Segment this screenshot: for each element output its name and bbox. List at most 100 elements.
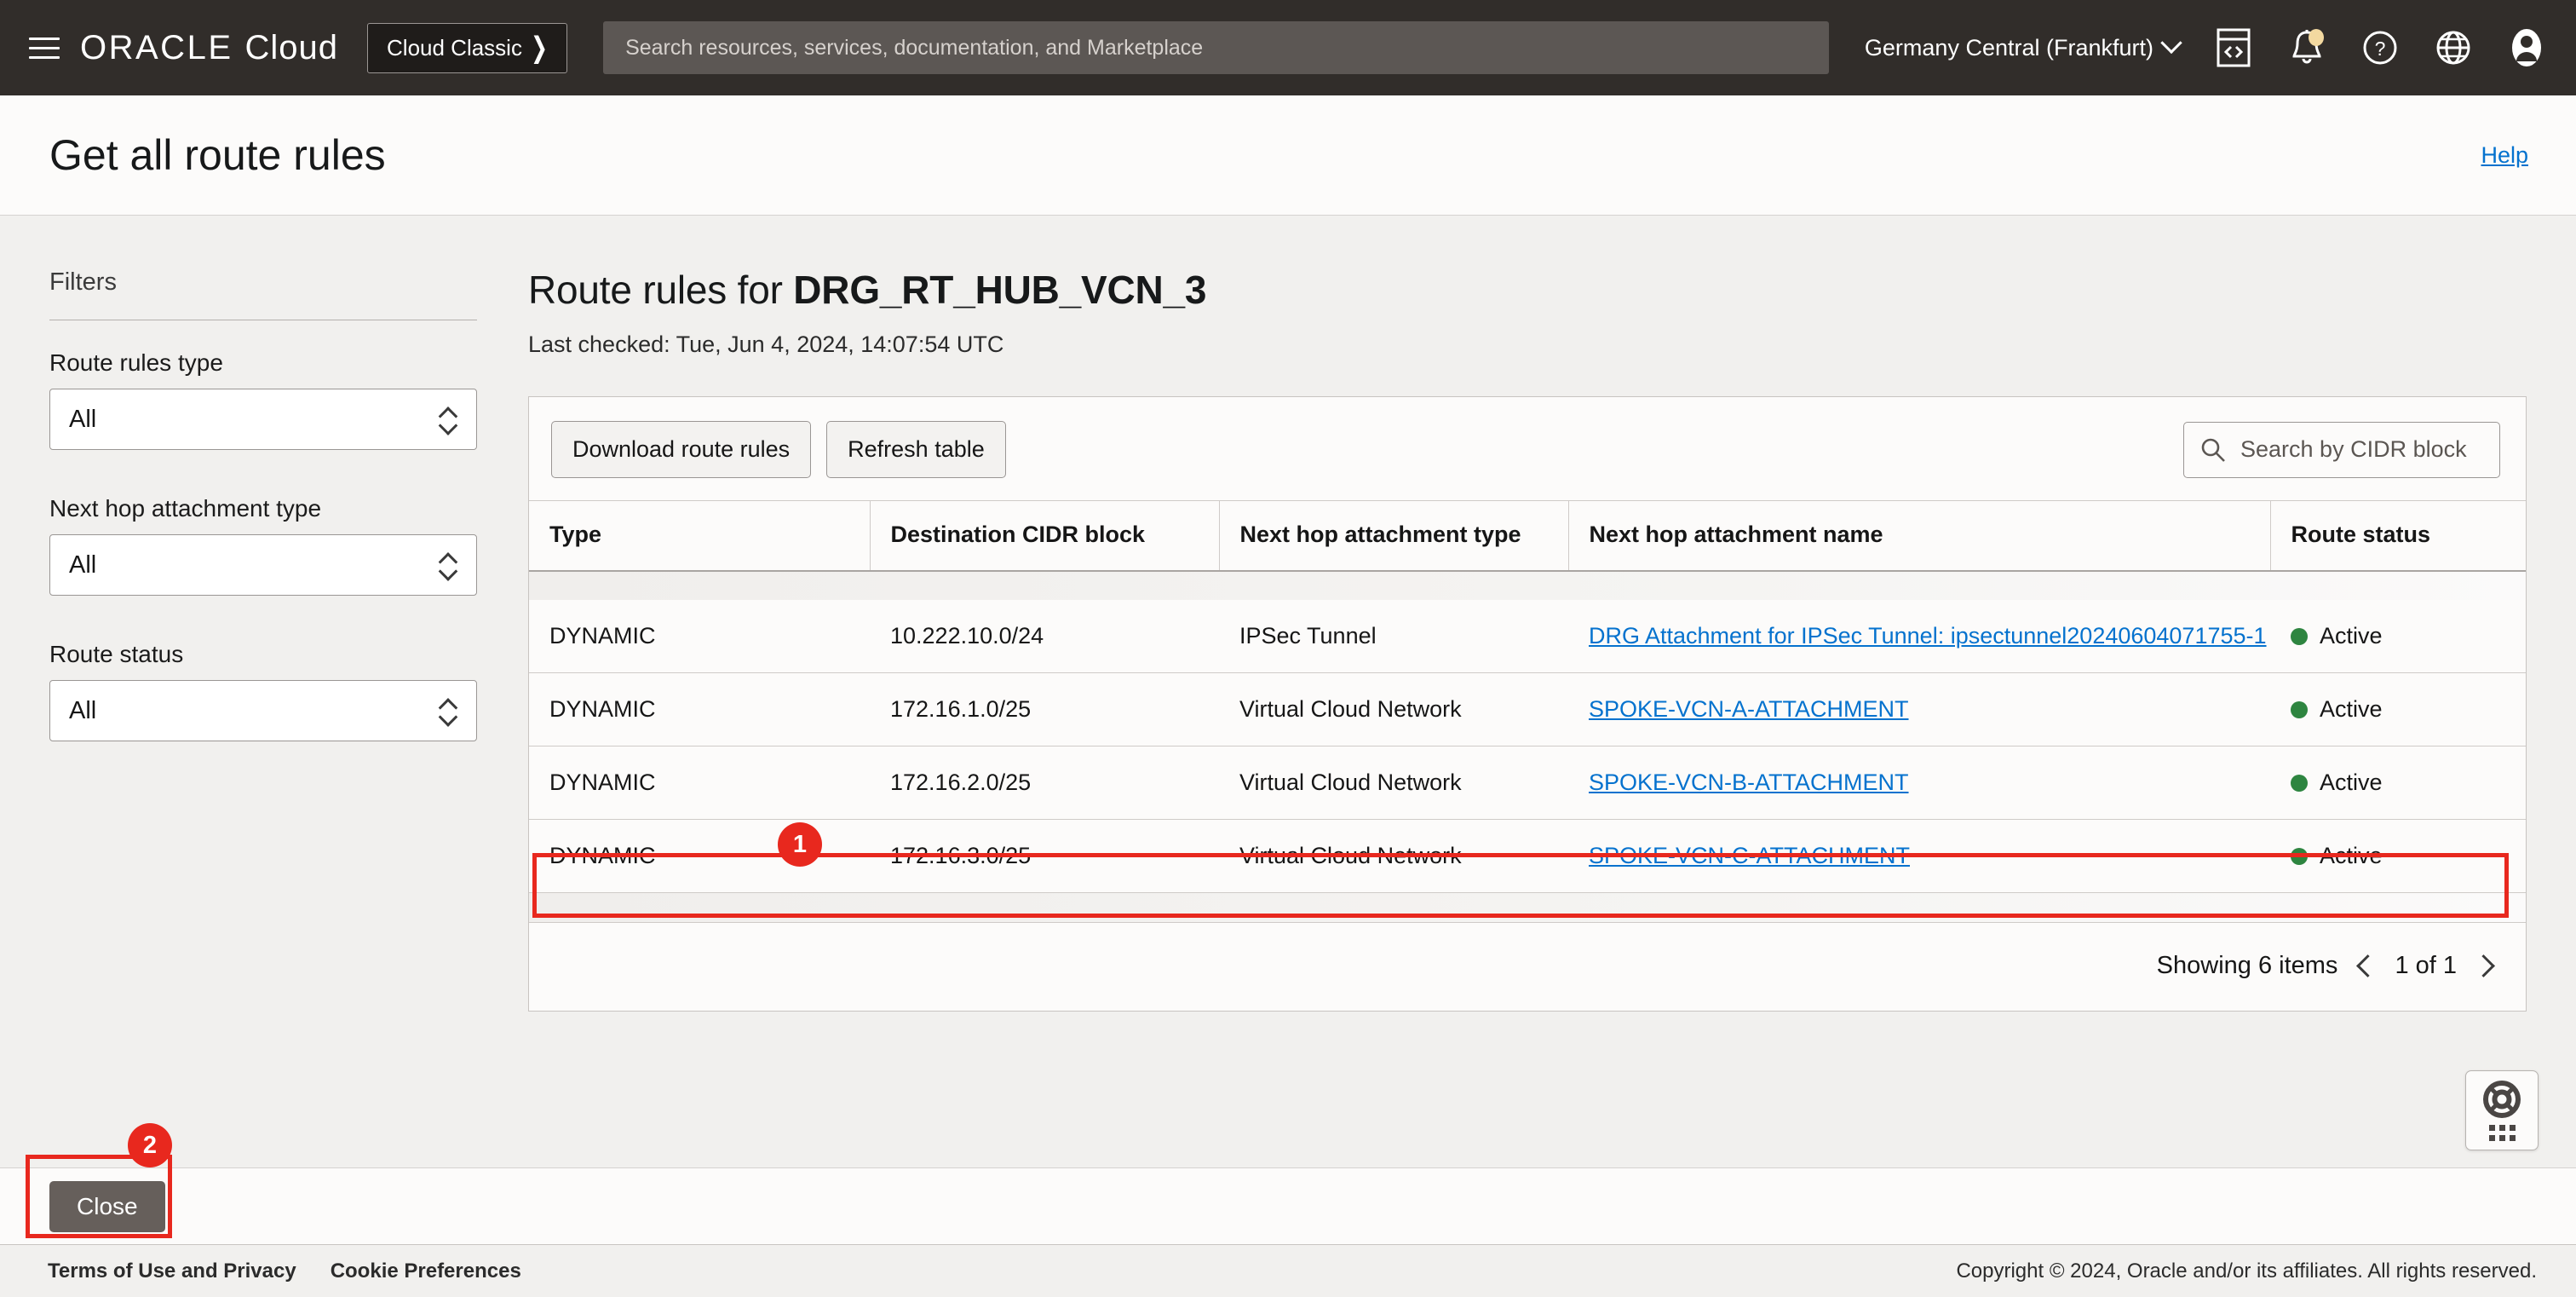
status-label: Active <box>2320 770 2383 796</box>
cell-next-hop-name: SPOKE-VCN-A-ATTACHMENT <box>1568 673 2270 746</box>
cookie-preferences-link[interactable]: Cookie Preferences <box>331 1260 521 1283</box>
page-body: Filters Route rules type All Next hop at… <box>0 216 2576 1167</box>
table-footer: Showing 6 items 1 of 1 <box>529 922 2526 1011</box>
filter-route-rules-type: Route rules type All <box>49 349 477 450</box>
table-toolbar: Download route rules Refresh table <box>529 397 2526 500</box>
global-search-input[interactable] <box>603 21 1829 74</box>
code-editor-icon[interactable] <box>2213 27 2254 68</box>
search-cidr-input[interactable] <box>2183 422 2500 478</box>
route-status-select[interactable]: All <box>49 680 477 741</box>
hamburger-menu-icon[interactable] <box>20 24 68 72</box>
previous-page-icon[interactable] <box>2357 954 2380 977</box>
cell-route-status: Active <box>2270 673 2526 746</box>
refresh-table-button[interactable]: Refresh table <box>826 421 1006 478</box>
next-page-icon[interactable] <box>2472 954 2495 977</box>
cell-type: DYNAMIC <box>529 746 870 820</box>
filters-heading: Filters <box>49 268 477 297</box>
cell-next-hop-name: SPOKE-VCN-B-ATTACHMENT <box>1568 746 2270 820</box>
page-header: Get all route rules Help <box>0 95 2576 216</box>
route-rules-table: Type Destination CIDR block Next hop att… <box>529 500 2526 922</box>
next-hop-attachment-link[interactable]: SPOKE-VCN-A-ATTACHMENT <box>1589 696 1909 722</box>
route-rules-type-select[interactable]: All <box>49 389 477 450</box>
page-indicator: 1 of 1 <box>2395 952 2457 980</box>
filter-next-hop-attachment-type: Next hop attachment type All <box>49 495 477 596</box>
notification-badge <box>2309 29 2324 46</box>
footer-links: Terms of Use and Privacy Cookie Preferen… <box>48 1260 521 1283</box>
table-filler-row-bottom <box>529 893 2526 922</box>
filter-route-status: Route status All <box>49 641 477 741</box>
support-widget-button[interactable] <box>2465 1070 2539 1150</box>
select-value: All <box>69 551 96 579</box>
help-question-icon[interactable]: ? <box>2360 27 2401 68</box>
last-checked-text: Last checked: Tue, Jun 4, 2024, 14:07:54… <box>528 331 2527 358</box>
filter-label: Next hop attachment type <box>49 495 477 522</box>
next-hop-attachment-link[interactable]: SPOKE-VCN-C-ATTACHMENT <box>1589 843 1910 868</box>
cloud-classic-button[interactable]: Cloud Classic ❯ <box>367 23 567 73</box>
chevron-down-icon <box>2160 32 2182 54</box>
showing-items-label: Showing 6 items <box>2157 952 2338 980</box>
next-hop-attachment-link[interactable]: DRG Attachment for IPSec Tunnel: ipsectu… <box>1589 623 2267 648</box>
cell-type: DYNAMIC <box>529 600 870 673</box>
cell-type: DYNAMIC <box>529 673 870 746</box>
column-header-route-status: Route status <box>2270 501 2526 572</box>
table-row[interactable]: DYNAMIC 172.16.3.0/25 Virtual Cloud Netw… <box>529 820 2526 893</box>
header-icon-group: ? <box>2213 27 2547 68</box>
status-dot-icon <box>2291 775 2308 792</box>
table-row[interactable]: DYNAMIC 10.222.10.0/24 IPSec Tunnel DRG … <box>529 600 2526 673</box>
cell-route-status: Active <box>2270 600 2526 673</box>
region-selector[interactable]: Germany Central (Frankfurt) <box>1865 35 2179 61</box>
pagination: 1 of 1 <box>2360 952 2492 980</box>
close-button[interactable]: Close <box>49 1181 165 1232</box>
select-value: All <box>69 697 96 725</box>
table-header-row: Type Destination CIDR block Next hop att… <box>529 501 2526 572</box>
cell-cidr: 10.222.10.0/24 <box>870 600 1219 673</box>
column-header-next-hop-name: Next hop attachment name <box>1568 501 2270 572</box>
cell-next-hop-type: Virtual Cloud Network <box>1219 820 1568 893</box>
cell-cidr: 172.16.1.0/25 <box>870 673 1219 746</box>
table-row[interactable]: DYNAMIC 172.16.1.0/25 Virtual Cloud Netw… <box>529 673 2526 746</box>
next-hop-attachment-type-select[interactable]: All <box>49 534 477 596</box>
cloud-wordmark: Cloud <box>245 29 339 67</box>
table-row[interactable]: DYNAMIC 172.16.2.0/25 Virtual Cloud Netw… <box>529 746 2526 820</box>
column-header-destination-cidr: Destination CIDR block <box>870 501 1219 572</box>
svg-text:?: ? <box>2375 37 2386 60</box>
filters-sidebar: Filters Route rules type All Next hop at… <box>0 216 528 1167</box>
main-content: Route rules for DRG_RT_HUB_VCN_3 Last ch… <box>528 216 2576 1167</box>
heading-prefix: Route rules for <box>528 268 793 312</box>
download-route-rules-button[interactable]: Download route rules <box>551 421 811 478</box>
copyright-text: Copyright © 2024, Oracle and/or its affi… <box>1956 1260 2537 1283</box>
help-link[interactable]: Help <box>2481 142 2528 169</box>
cell-next-hop-type: Virtual Cloud Network <box>1219 673 1568 746</box>
cidr-search-wrapper <box>2183 422 2500 478</box>
status-label: Active <box>2320 696 2383 723</box>
column-header-next-hop-type: Next hop attachment type <box>1219 501 1568 572</box>
status-dot-icon <box>2291 701 2308 718</box>
status-dot-icon <box>2291 848 2308 865</box>
status-label: Active <box>2320 843 2383 869</box>
annotation-badge-2: 2 <box>128 1123 172 1167</box>
status-dot-icon <box>2291 628 2308 645</box>
status-label: Active <box>2320 623 2383 649</box>
notifications-bell-icon[interactable] <box>2286 27 2327 68</box>
action-bar: Close <box>0 1167 2576 1244</box>
oracle-cloud-logo[interactable]: ORACLE Cloud <box>80 29 338 67</box>
cell-route-status: Active <box>2270 820 2526 893</box>
page-title: Get all route rules <box>49 130 386 180</box>
cell-route-status: Active <box>2270 746 2526 820</box>
filter-label: Route rules type <box>49 349 477 377</box>
drag-handle-grip-icon[interactable] <box>2489 1125 2516 1141</box>
cloud-classic-label: Cloud Classic <box>387 35 522 61</box>
next-hop-attachment-link[interactable]: SPOKE-VCN-B-ATTACHMENT <box>1589 770 1909 795</box>
terms-of-use-link[interactable]: Terms of Use and Privacy <box>48 1260 296 1283</box>
cell-next-hop-name: SPOKE-VCN-C-ATTACHMENT <box>1568 820 2270 893</box>
user-avatar-icon[interactable] <box>2506 27 2547 68</box>
chevron-right-icon: ❯ <box>531 31 548 66</box>
page-footer: Terms of Use and Privacy Cookie Preferen… <box>0 1244 2576 1297</box>
cell-cidr: 172.16.2.0/25 <box>870 746 1219 820</box>
cell-next-hop-type: Virtual Cloud Network <box>1219 746 1568 820</box>
oracle-wordmark: ORACLE <box>80 29 233 67</box>
cell-next-hop-name: DRG Attachment for IPSec Tunnel: ipsectu… <box>1568 600 2270 673</box>
cell-next-hop-type: IPSec Tunnel <box>1219 600 1568 673</box>
cell-cidr: 172.16.3.0/25 <box>870 820 1219 893</box>
language-globe-icon[interactable] <box>2433 27 2474 68</box>
